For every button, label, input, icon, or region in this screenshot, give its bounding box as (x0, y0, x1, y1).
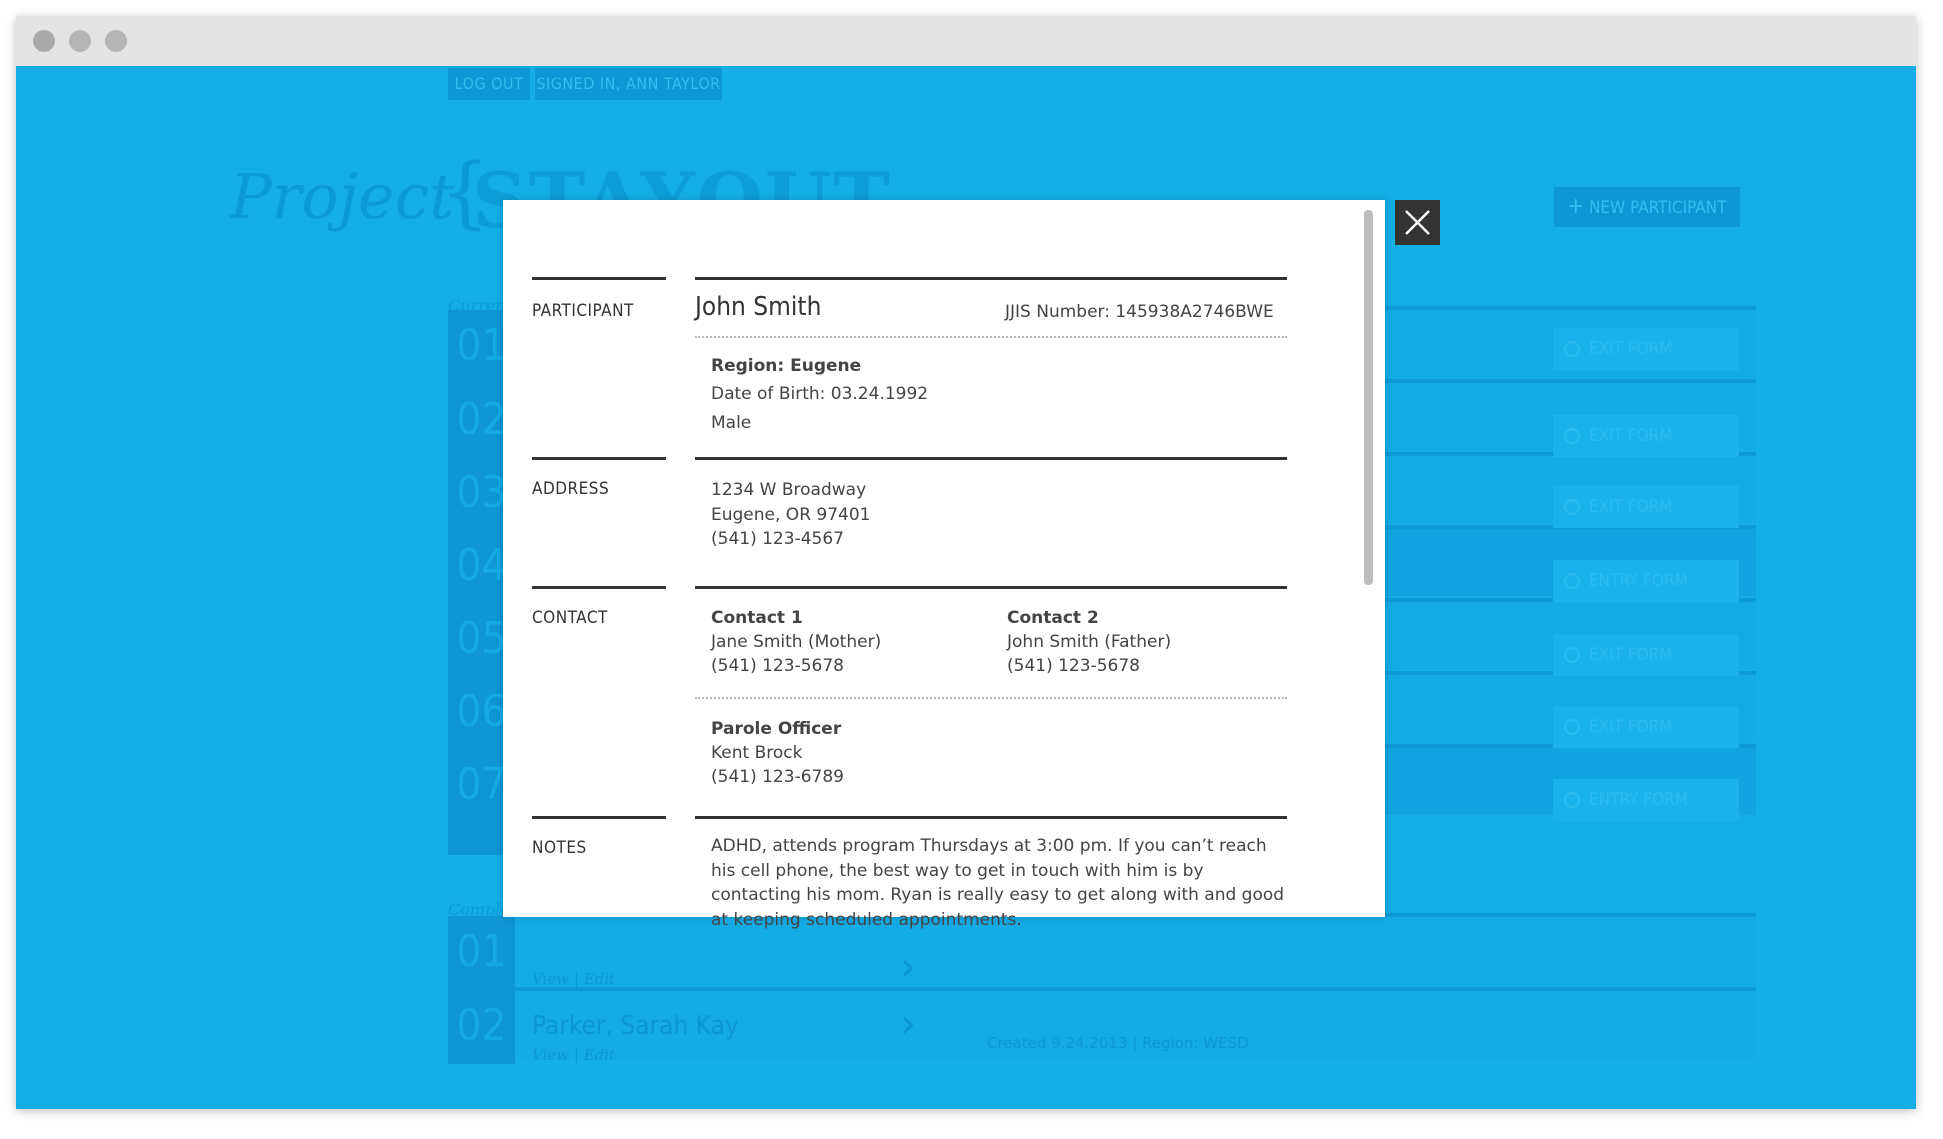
contact-2-phone: (541) 123-5678 (1007, 656, 1140, 676)
window-close-dot[interactable] (33, 30, 55, 52)
close-button[interactable] (1395, 200, 1440, 245)
participant-name: John Smith (695, 292, 822, 322)
participant-dob: Date of Birth: 03.24.1992 (711, 384, 929, 404)
contact-2-title: Contact 2 (1007, 608, 1099, 628)
address-section-rule (532, 457, 666, 460)
participant-region: Region: Eugene (711, 356, 862, 376)
window-minimize-dot[interactable] (69, 30, 91, 52)
dotted-divider (695, 336, 1287, 338)
modal-scrollbar[interactable] (1364, 210, 1373, 585)
close-icon (1405, 210, 1430, 235)
participant-section-rule (532, 277, 666, 280)
address-heading: ADDRESS (532, 479, 610, 499)
address-content-rule (695, 457, 1287, 460)
participant-gender: Male (711, 413, 752, 433)
address-line-2: Eugene, OR 97401 (711, 505, 871, 525)
notes-content-rule (695, 816, 1287, 819)
contact-2-name: John Smith (Father) (1007, 632, 1172, 652)
dotted-divider (695, 697, 1287, 699)
parole-officer-phone: (541) 123-6789 (711, 767, 844, 787)
contact-heading: CONTACT (532, 608, 608, 628)
jjis-number: JJIS Number: 145938A2746BWE (1005, 302, 1274, 322)
window-maximize-dot[interactable] (105, 30, 127, 52)
participant-heading: PARTICIPANT (532, 301, 634, 321)
address-phone: (541) 123-4567 (711, 529, 844, 549)
contact-1-phone: (541) 123-5678 (711, 656, 844, 676)
address-line-1: 1234 W Broadway (711, 480, 867, 500)
contact-section-rule (532, 586, 666, 589)
notes-text: ADHD, attends program Thursdays at 3:00 … (711, 836, 1285, 930)
parole-officer-name: Kent Brock (711, 743, 803, 763)
contact-content-rule (695, 586, 1287, 589)
window-chrome (16, 16, 1916, 66)
parole-officer-title: Parole Officer (711, 719, 842, 739)
participant-content-rule (695, 277, 1287, 280)
contact-1-title: Contact 1 (711, 608, 803, 628)
notes-heading: NOTES (532, 838, 587, 858)
contact-1-name: Jane Smith (Mother) (711, 632, 882, 652)
notes-section-rule (532, 816, 666, 819)
